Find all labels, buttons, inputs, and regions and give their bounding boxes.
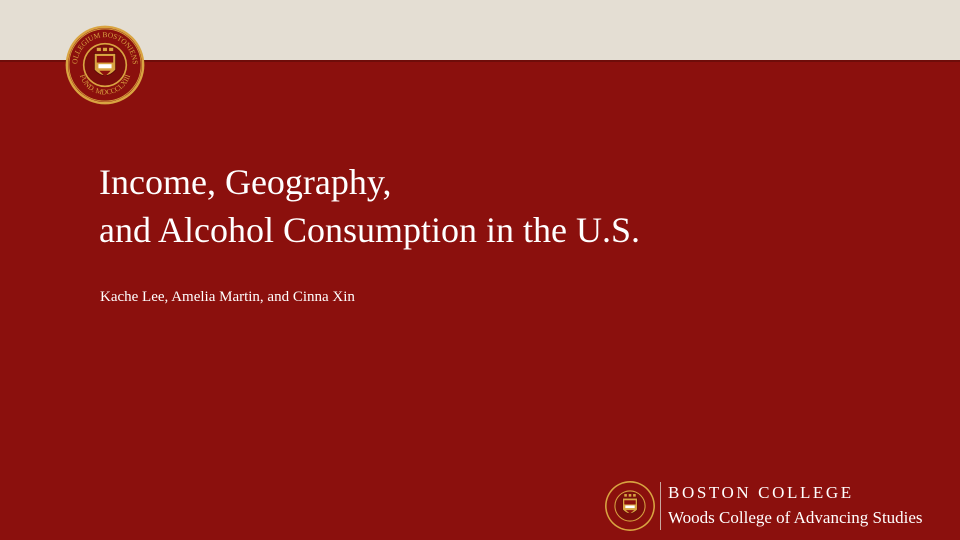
footer-wordmark: BOSTON COLLEGE Woods College of Advancin…: [668, 481, 923, 531]
author-list: Kache Lee, Amelia Martin, and Cinna Xin: [100, 289, 355, 305]
title-line-2: and Alcohol Consumption in the U.S.: [99, 210, 641, 250]
institution-name: BOSTON COLLEGE: [668, 483, 854, 502]
boston-college-seal-icon: [605, 481, 655, 531]
boston-college-seal-icon: COLLEGIUM BOSTONIENSE FUND. MDCCCLXIII: [64, 24, 145, 105]
footer-divider: [660, 482, 661, 530]
school-name: Woods College of Advancing Studies: [668, 508, 923, 527]
title-slide: COLLEGIUM BOSTONIENSE FUND. MDCCCLXIII I…: [0, 0, 960, 540]
slide-title: Income, Geography, and Alcohol Consumpti…: [99, 158, 899, 254]
title-line-1: Income, Geography,: [99, 162, 392, 202]
